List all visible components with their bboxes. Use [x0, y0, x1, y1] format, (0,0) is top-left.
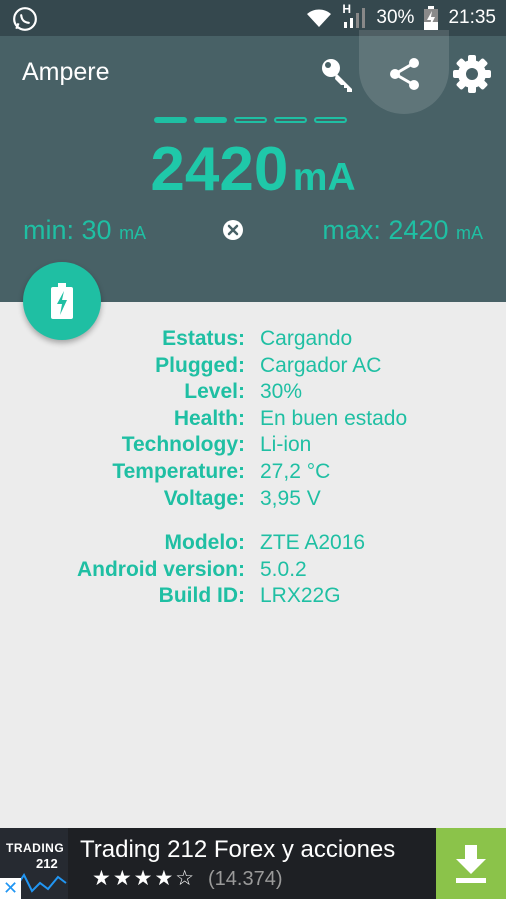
page-dot[interactable]: [194, 117, 227, 123]
info-label: Temperature:: [112, 459, 245, 483]
info-value: 5.0.2: [260, 557, 307, 581]
info-row: Temperature: 27,2 °C: [0, 460, 506, 487]
ad-banner[interactable]: TRADING 212 Trading 212 Forex y acciones…: [0, 828, 506, 899]
page-dot[interactable]: [274, 117, 307, 123]
info-label: Modelo:: [164, 531, 245, 555]
battery-section: Estatus: Cargando Plugged: Cargador AC Level…: [0, 327, 506, 513]
info-row: Voltage: 3,95 V: [0, 487, 506, 514]
ad-download-button[interactable]: [436, 828, 506, 899]
ad-close-button[interactable]: ✕: [0, 878, 21, 899]
info-row: Modelo: ZTE A2016: [0, 531, 506, 558]
current-unit: mA: [292, 156, 356, 199]
battery-percent: 30%: [376, 7, 415, 28]
info-row: Build ID: LRX22G: [0, 584, 506, 611]
signal-icon: [344, 8, 366, 28]
info-row: Health: En buen estado: [0, 407, 506, 434]
max-unit: mA: [456, 223, 483, 243]
ad-rating-count: (14.374): [208, 868, 283, 890]
battery-charging-icon: [424, 6, 439, 30]
key-icon[interactable]: [317, 54, 357, 94]
info-label: Android version:: [76, 557, 245, 581]
info-label: Estatus:: [162, 327, 245, 350]
page-dot[interactable]: [154, 117, 187, 123]
info-row: Estatus: Cargando: [0, 327, 506, 354]
info-label: Technology:: [121, 433, 245, 457]
min-reading: min: 30 mA: [23, 215, 146, 246]
device-section: Modelo: ZTE A2016 Android version: 5.0.2 Bui…: [0, 531, 506, 611]
current-reading: 2420 mA: [0, 134, 506, 205]
info-row: Android version: 5.0.2: [0, 558, 506, 585]
info-value: En buen estado: [260, 406, 408, 430]
info-label: Level:: [184, 380, 245, 404]
wifi-icon: [307, 9, 332, 27]
whatsapp-icon: [13, 7, 37, 31]
network-type-indicator: H: [342, 2, 366, 30]
min-value: min: 30: [23, 215, 112, 245]
info-label: Voltage:: [163, 486, 245, 510]
info-label: Build ID:: [158, 584, 245, 608]
info-value: ZTE A2016: [260, 531, 366, 555]
info-value: LRX22G: [260, 584, 341, 608]
current-value: 2420: [150, 135, 289, 204]
ad-logo-text-1: TRADING: [6, 841, 65, 855]
min-unit: mA: [119, 223, 147, 243]
gear-icon[interactable]: [452, 54, 492, 94]
info-value: 3,95 V: [260, 486, 321, 510]
app-title: Ampere: [22, 58, 110, 86]
info-row: Plugged: Cargador AC: [0, 354, 506, 381]
download-icon: [456, 844, 486, 883]
clock: 21:35: [448, 7, 496, 28]
info-value: 27,2 °C: [260, 459, 331, 483]
info-row: Technology: Li-ion: [0, 433, 506, 460]
page-dot[interactable]: [314, 117, 347, 123]
share-icon[interactable]: [385, 54, 425, 94]
ad-title: Trading 212 Forex y acciones: [80, 836, 396, 863]
app-header: Ampere 2420 mA min: 30 mA max: 2420 mA: [0, 30, 506, 302]
section-divider: [0, 513, 506, 531]
max-value: max: 2420: [322, 215, 449, 245]
max-reading: max: 2420 mA: [322, 215, 483, 246]
battery-charging-icon: [51, 283, 73, 319]
info-row: Level: 30%: [0, 380, 506, 407]
info-value: Li-ion: [260, 433, 312, 457]
info-value: 30%: [260, 380, 303, 404]
reset-minmax-icon[interactable]: [222, 219, 244, 241]
ad-rating-stars: ★★★★☆: [92, 867, 197, 890]
info-value: Cargador AC: [260, 353, 382, 377]
info-label: Health:: [173, 406, 245, 430]
battery-info-list: Estatus: Cargando Plugged: Cargador AC Level…: [0, 327, 506, 611]
info-value: Cargando: [260, 327, 353, 350]
page-dot[interactable]: [234, 117, 267, 123]
info-label: Plugged:: [155, 353, 245, 377]
page-indicator: [154, 117, 347, 123]
